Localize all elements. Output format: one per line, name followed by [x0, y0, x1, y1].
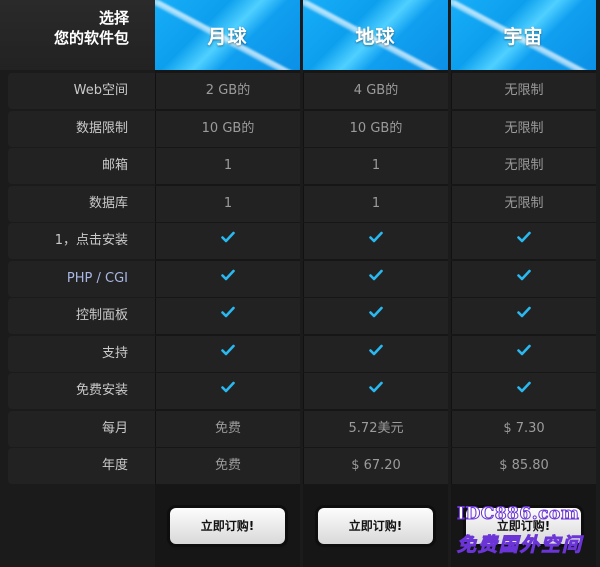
check-icon [451, 373, 596, 409]
cell-value: 1 [155, 185, 300, 222]
check-icon [303, 260, 448, 297]
check-icon [451, 335, 596, 372]
table-row: 邮箱 1 1 无限制 [0, 147, 600, 184]
check-icon [155, 298, 300, 334]
row-label: Web空间 [8, 73, 155, 109]
check-icon [155, 260, 300, 297]
cell-value: 1 [155, 148, 300, 184]
check-icon [155, 335, 300, 372]
cell-value: 10 GB的 [155, 110, 300, 147]
cell-value: 无限制 [451, 148, 596, 184]
table-title: 选择 您的软件包 [0, 0, 155, 70]
check-icon [303, 223, 448, 259]
plan-name: 宇宙 [503, 25, 544, 48]
check-icon [155, 373, 300, 409]
check-icon [451, 260, 596, 297]
order-button-moon[interactable]: 立即订购! [170, 508, 285, 544]
cell-value: 无限制 [451, 185, 596, 222]
row-label: 控制面板 [8, 298, 155, 334]
check-icon [303, 335, 448, 372]
order-button-earth[interactable]: 立即订购! [318, 508, 433, 544]
cell-value: $ 85.80 [451, 448, 596, 484]
check-icon [451, 223, 596, 259]
cell-value: 无限制 [451, 110, 596, 147]
check-icon [303, 373, 448, 409]
table-row: 控制面板 [0, 297, 600, 334]
cell-value: 1 [303, 185, 448, 222]
title-line-1: 选择 [98, 9, 129, 27]
title-line-2: 您的软件包 [53, 29, 129, 47]
row-label: 数据限制 [8, 110, 155, 147]
table-row: PHP / CGI [0, 260, 600, 297]
table-row: 支持 [0, 335, 600, 372]
table-row: 年度 免费 $ 67.20 $ 85.80 [0, 447, 600, 484]
check-icon [451, 298, 596, 334]
check-icon [155, 223, 300, 259]
cell-value: 4 GB的 [303, 73, 448, 109]
plan-name: 地球 [355, 25, 396, 48]
row-label: 每月 [8, 410, 155, 447]
table-row: 数据限制 10 GB的 10 GB的 无限制 [0, 110, 600, 147]
cell-value: 免费 [155, 410, 300, 447]
row-label: PHP / CGI [8, 260, 155, 297]
plan-header-moon: 月球 [155, 0, 300, 70]
cell-value: 无限制 [451, 73, 596, 109]
row-label: 1，点击安装 [8, 223, 155, 259]
table-row: 数据库 1 1 无限制 [0, 185, 600, 222]
cell-value: 2 GB的 [155, 73, 300, 109]
cell-value: $ 7.30 [451, 410, 596, 447]
cell-value: $ 67.20 [303, 448, 448, 484]
plan-name: 月球 [207, 25, 248, 48]
cell-value: 免费 [155, 448, 300, 484]
cell-value: 5.72美元 [303, 410, 448, 447]
order-button-universe[interactable]: 立即订购! [466, 508, 581, 544]
cell-value: 1 [303, 148, 448, 184]
check-icon [303, 298, 448, 334]
table-row: Web空间 2 GB的 4 GB的 无限制 [0, 72, 600, 109]
row-label: 邮箱 [8, 148, 155, 184]
row-label: 年度 [8, 448, 155, 484]
row-label: 免费安装 [8, 373, 155, 409]
table-row: 免费安装 [0, 372, 600, 409]
cell-value: 10 GB的 [303, 110, 448, 147]
plan-header-earth: 地球 [303, 0, 448, 70]
plan-header-universe: 宇宙 [451, 0, 596, 70]
table-row: 1，点击安装 [0, 222, 600, 259]
row-label: 支持 [8, 335, 155, 372]
row-label: 数据库 [8, 185, 155, 222]
table-row: 每月 免费 5.72美元 $ 7.30 [0, 410, 600, 447]
